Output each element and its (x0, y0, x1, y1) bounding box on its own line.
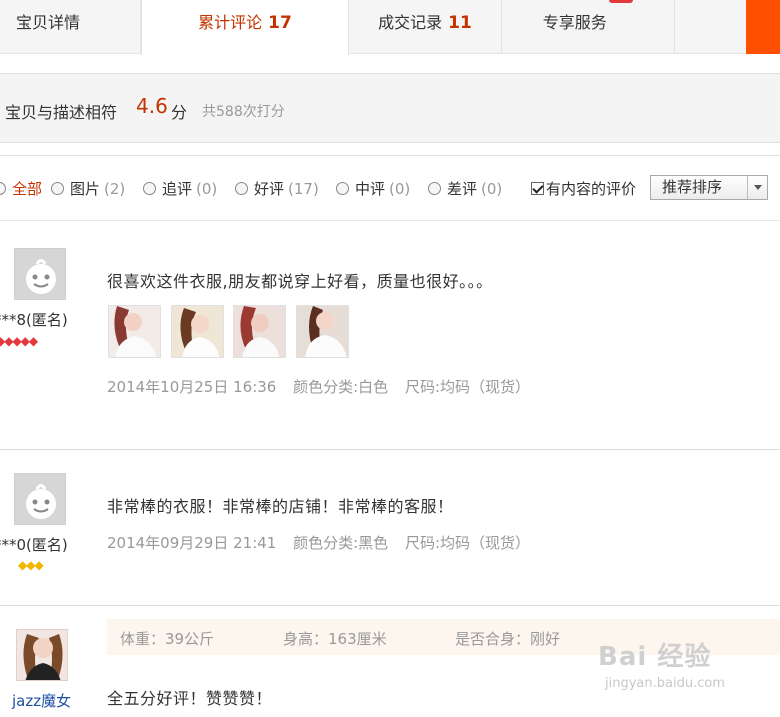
body-weight: 体重：39公斤 (120, 630, 215, 648)
tab-bar: 宝贝详情 累计评论 17 成交记录 11 专享服务 new (0, 0, 780, 55)
reviewer-name[interactable]: ***0(匿名) (0, 534, 68, 555)
sort-select[interactable]: 推荐排序 (650, 175, 768, 200)
rating-score: 4.6 (136, 94, 168, 118)
tab-accent-block (746, 0, 780, 54)
tab-item-details[interactable]: 宝贝详情 (0, 0, 141, 54)
radio-icon[interactable] (51, 182, 64, 195)
rank-gems-gold-icon: ◆◆◆ (18, 558, 44, 572)
avatar[interactable] (14, 473, 66, 525)
review-divider (0, 605, 780, 606)
filter-count: (0) (481, 180, 503, 198)
review-photo-thumbnail[interactable] (296, 305, 349, 358)
tab-label: 宝贝详情 (16, 13, 81, 32)
filter-neutral[interactable]: 中评 (0) (336, 178, 410, 199)
filter-count: (0) (389, 180, 411, 198)
filter-positive[interactable]: 好评 (17) (235, 178, 319, 199)
filter-count: (2) (104, 180, 126, 198)
tab-label: 专享服务 (542, 13, 607, 32)
avatar[interactable] (14, 248, 66, 300)
radio-icon[interactable] (336, 182, 349, 195)
filter-images[interactable]: 图片 (2) (51, 178, 125, 199)
filter-followup[interactable]: 追评 (0) (143, 178, 217, 199)
radio-icon[interactable] (428, 182, 441, 195)
rating-unit: 分 (171, 103, 188, 122)
baidu-watermark: Bai 经验 (598, 642, 712, 672)
review-date: 2014年10月25日 16:36 (107, 378, 277, 396)
photo-thumbnail-icon (297, 306, 348, 357)
review-divider (0, 449, 780, 450)
photo-thumbnail-icon (172, 306, 223, 357)
filter-label: 全部 (12, 180, 43, 198)
tab-label: 累计评论 (198, 13, 263, 32)
filter-negative[interactable]: 差评 (0) (428, 178, 502, 199)
content-only-checkbox[interactable]: 有内容的评价 (531, 178, 636, 199)
tab-label: 成交记录 (378, 13, 443, 32)
default-avatar-icon (15, 474, 65, 524)
filter-label: 追评 (162, 180, 193, 198)
rating-total: 共588次打分 (202, 104, 285, 120)
review-content: 非常棒的衣服！非常棒的店铺！非常棒的客服！ (107, 497, 454, 516)
reviewer-name[interactable]: jazz魔女 (12, 690, 71, 711)
filter-count: (17) (288, 180, 319, 198)
review-photo-thumbnail[interactable] (108, 305, 161, 358)
filter-count: (0) (196, 180, 218, 198)
review-date: 2014年09月29日 21:41 (107, 534, 277, 552)
rating-summary: 宝贝与描述相符 4.6 分 共588次打分 (0, 73, 780, 143)
filter-label: 差评 (447, 180, 478, 198)
review-color-spec: 颜色分类:白色 (293, 378, 389, 396)
photo-thumbnail-icon (234, 306, 285, 357)
review-color-spec: 颜色分类:黑色 (293, 534, 389, 552)
filter-label: 图片 (70, 180, 101, 198)
tab-count: 11 (448, 13, 472, 33)
avatar[interactable] (16, 629, 68, 681)
body-height: 身高：163厘米 (283, 630, 387, 648)
new-badge: new (608, 0, 634, 3)
user-photo-avatar-icon (17, 630, 67, 680)
radio-icon[interactable] (235, 182, 248, 195)
review-meta: 2014年09月29日 21:41 颜色分类:黑色 尺码:均码（现货） (107, 532, 542, 553)
filter-label: 好评 (254, 180, 285, 198)
review-size-spec: 尺码:均码（现货） (404, 534, 531, 552)
photo-thumbnail-icon (109, 306, 160, 357)
chevron-down-icon[interactable] (747, 176, 767, 199)
review-photo-thumbnail[interactable] (233, 305, 286, 358)
review-meta: 2014年10月25日 16:36 颜色分类:白色 尺码:均码（现货） (107, 376, 542, 397)
baidu-watermark-url: jingyan.baidu.com (605, 676, 725, 691)
radio-icon[interactable] (0, 182, 6, 195)
tab-reviews[interactable]: 累计评论 17 (141, 0, 349, 55)
reviewer-name[interactable]: ***8(匿名) (0, 309, 68, 330)
tab-exclusive-service[interactable]: 专享服务 new (502, 0, 675, 54)
tab-count: 17 (268, 13, 292, 33)
fit-status: 是否合身：刚好 (455, 630, 561, 648)
checkbox-label: 有内容的评价 (546, 180, 637, 198)
checkbox-checked-icon[interactable] (531, 182, 544, 195)
review-photo-thumbnail[interactable] (171, 305, 224, 358)
rank-gems-red-icon: ◆◆◆◆◆ (0, 334, 38, 348)
review-content: 全五分好评！赞赞赞！ (107, 689, 273, 708)
rating-label: 宝贝与描述相符 (5, 103, 118, 122)
review-content: 很喜欢这件衣服,朋友都说穿上好看，质量也很好。。。 (107, 272, 493, 291)
filter-label: 中评 (355, 180, 386, 198)
tab-transaction-records[interactable]: 成交记录 11 (349, 0, 502, 54)
review-size-spec: 尺码:均码（现货） (404, 378, 531, 396)
radio-icon[interactable] (143, 182, 156, 195)
sort-value: 推荐排序 (662, 178, 723, 196)
filter-all[interactable]: 全部 (0, 178, 42, 199)
default-avatar-icon (15, 249, 65, 299)
